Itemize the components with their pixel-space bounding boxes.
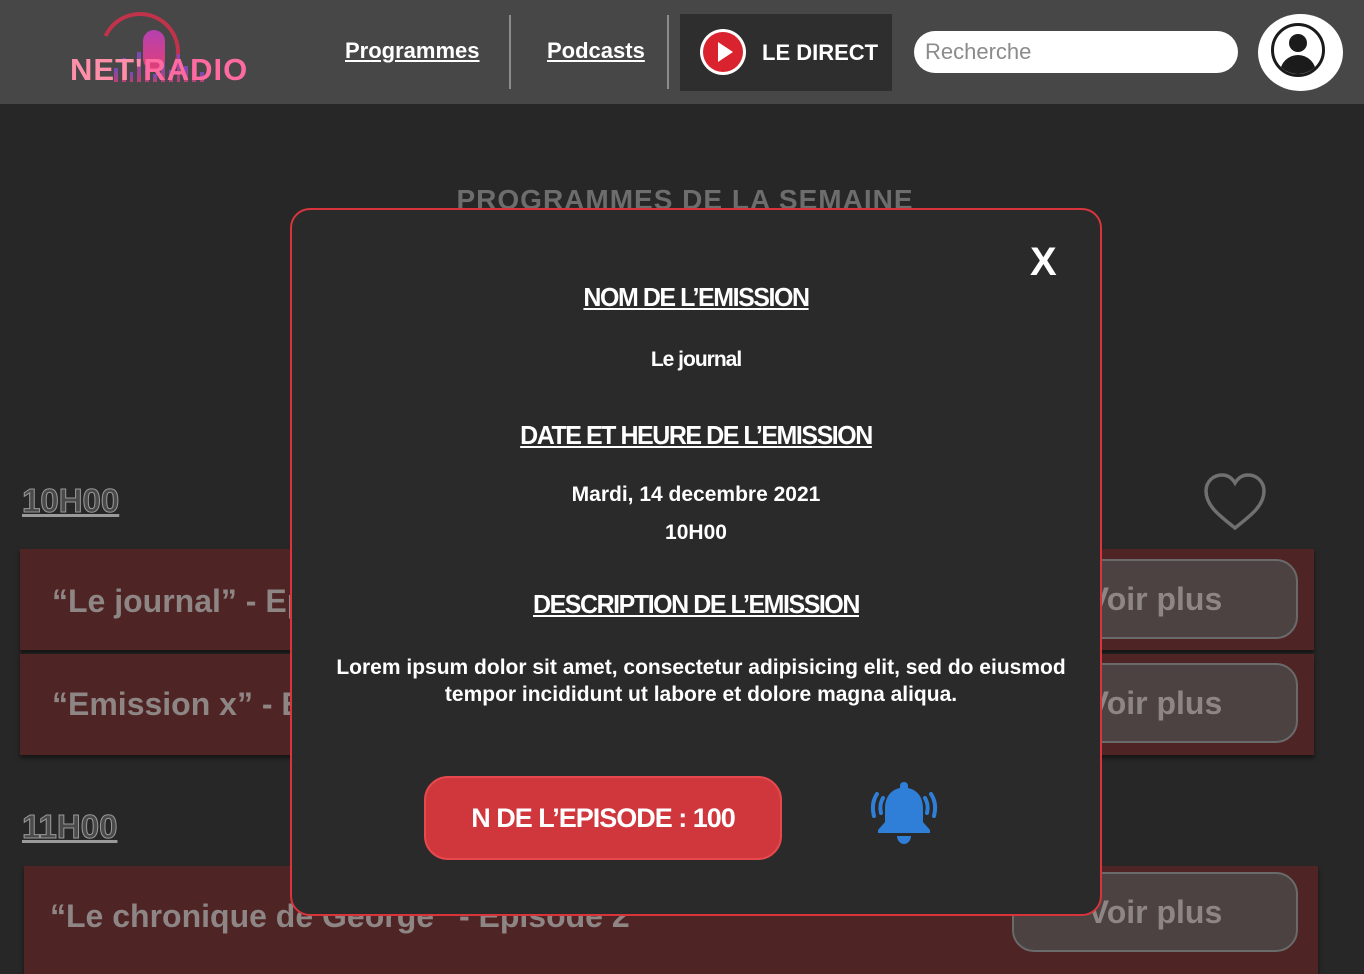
program-date-value: Mardi, 14 decembre 2021 [571, 483, 821, 506]
time-slot-label: 11H00 [21, 808, 118, 846]
nav-divider [509, 15, 511, 89]
logo-text: NET'RADIO [70, 52, 249, 87]
heart-outline-icon[interactable] [1200, 470, 1270, 534]
nav-podcasts-link[interactable]: Podcasts [547, 38, 645, 64]
nav-divider [667, 15, 669, 89]
user-account-button[interactable] [1258, 14, 1343, 91]
program-description-text: Lorem ipsum dolor sit amet, consectetur … [336, 656, 1066, 706]
nav-programmes-link[interactable]: Programmes [345, 38, 480, 64]
play-icon [700, 29, 746, 75]
live-button[interactable]: LE DIRECT [680, 14, 892, 91]
user-avatar-icon [1271, 23, 1325, 77]
program-time-value: 10H00 [665, 521, 727, 544]
program-name-heading: NOM DE L’EMISSION [583, 282, 810, 312]
live-label: LE DIRECT [762, 40, 879, 65]
program-description-heading: DESCRIPTION DE L’EMISSION [533, 589, 860, 619]
search-input[interactable] [914, 31, 1238, 73]
time-slot-label: 10H00 [21, 482, 120, 520]
bell-ringing-icon[interactable] [868, 778, 940, 850]
top-navbar: NET'RADIO Programmes Podcasts LE DIRECT [0, 0, 1364, 104]
program-date-heading: DATE ET HEURE DE L’EMISSION [520, 420, 873, 450]
program-details-modal: X NOM DE L’EMISSION Le journal DATE ET H… [290, 208, 1102, 916]
program-name-value: Le journal [650, 348, 742, 371]
netradio-logo[interactable]: NET'RADIO [70, 0, 249, 104]
close-button[interactable]: X [1030, 240, 1057, 285]
episode-number-button[interactable]: N DE L’EPISODE : 100 [424, 776, 782, 860]
